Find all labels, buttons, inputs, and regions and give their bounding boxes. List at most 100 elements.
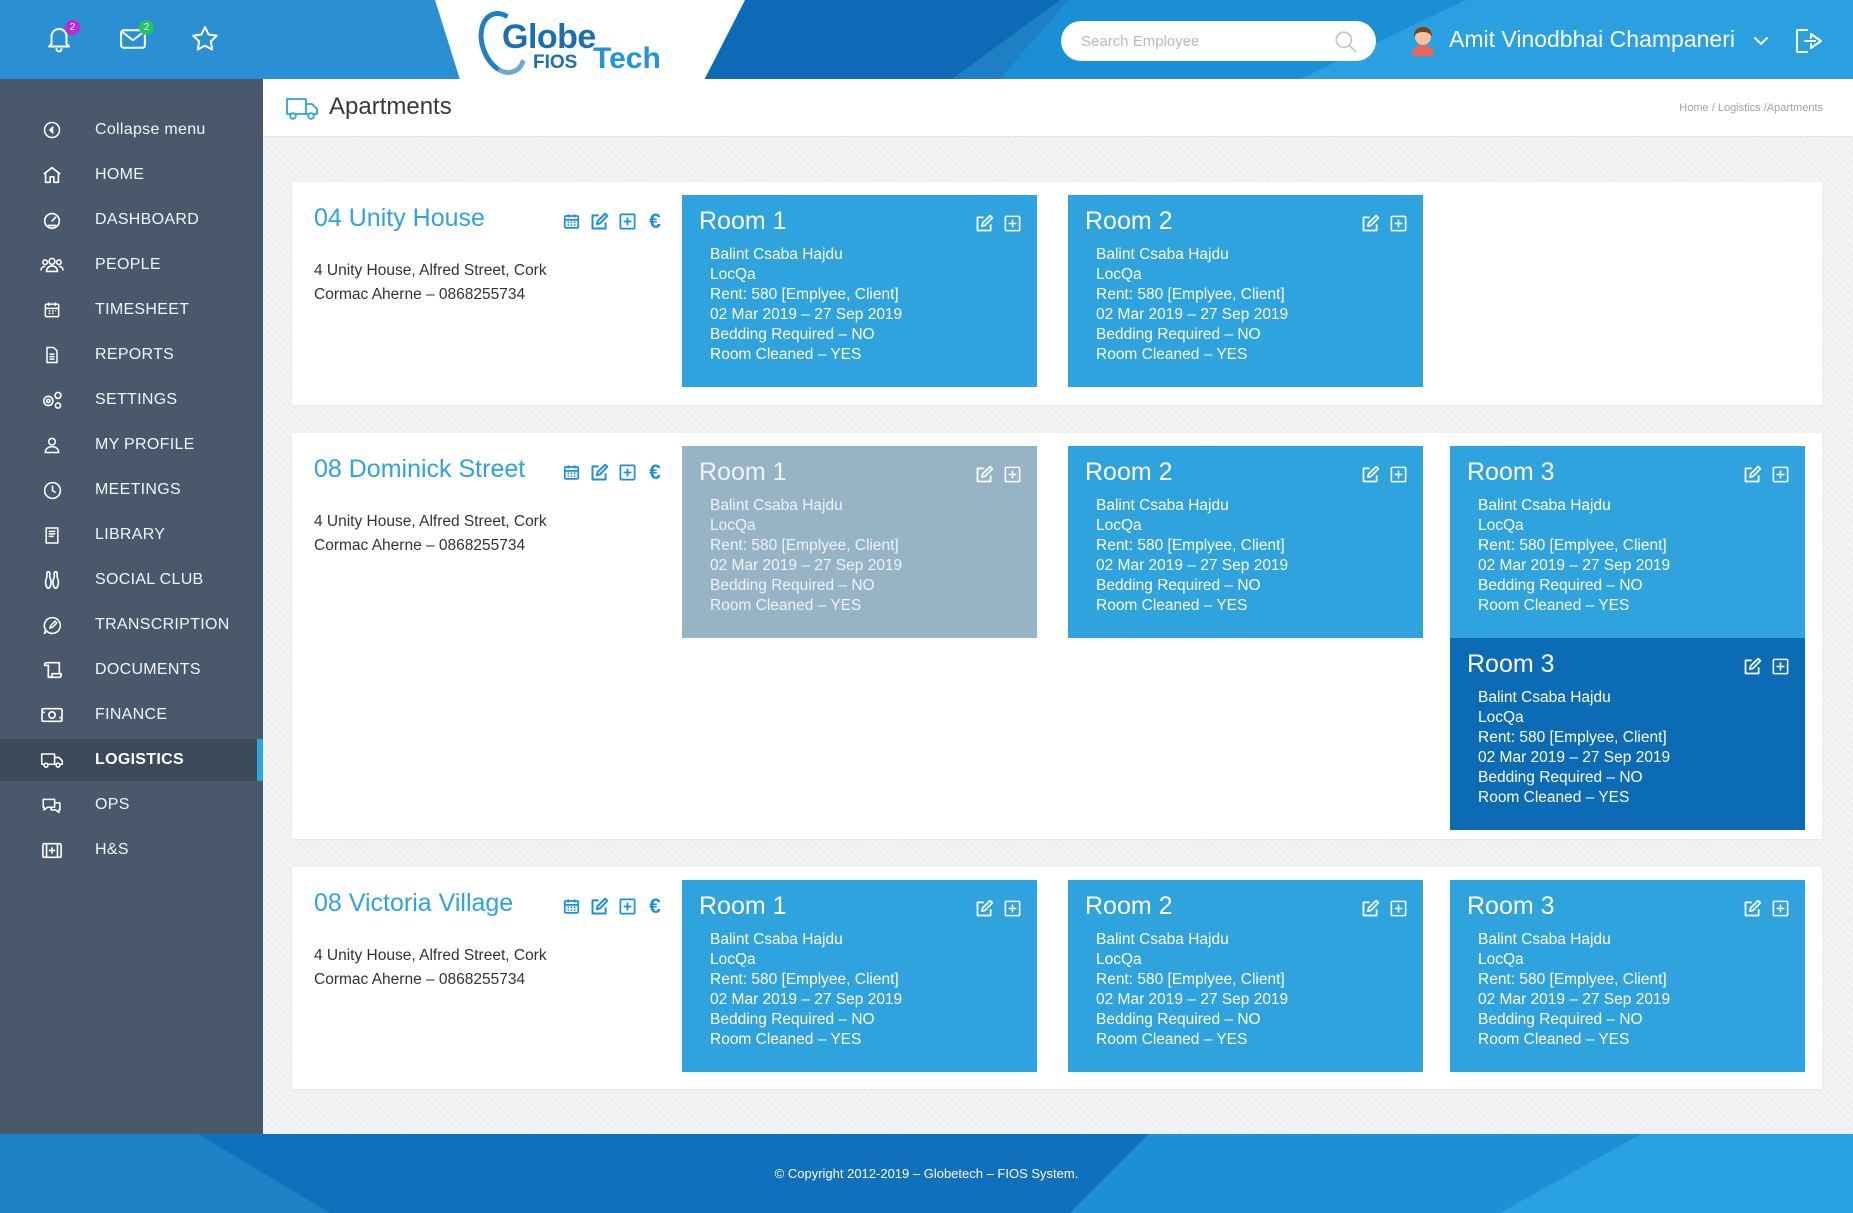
room-card-selected[interactable]: Room 3 Balint Csaba Hajdu LocQa Rent: 58…: [1450, 638, 1805, 830]
add-icon[interactable]: [1001, 897, 1023, 919]
add-icon[interactable]: [1769, 655, 1791, 677]
sidebar-item-documents[interactable]: DOCUMENTS: [0, 649, 263, 691]
euro-icon[interactable]: €: [644, 210, 666, 232]
messages-badge: 2: [139, 20, 154, 35]
sidebar-item-reports[interactable]: REPORTS: [0, 334, 263, 376]
room-title: Room 2: [1085, 892, 1173, 920]
medical-kit-icon: [40, 838, 64, 862]
sidebar-item-home[interactable]: HOME: [0, 154, 263, 196]
sidebar-item-ops[interactable]: OPS: [0, 784, 263, 826]
calendar-icon[interactable]: [560, 461, 582, 483]
room-bedding: Bedding Required – NO: [710, 326, 875, 343]
room-actions: [973, 897, 1023, 919]
apartment-card: 08 Victoria Village € 4 Unity House, Alf…: [292, 867, 1822, 1089]
logout-icon[interactable]: [1793, 26, 1825, 56]
calendar-icon[interactable]: [560, 895, 582, 917]
add-icon[interactable]: [1387, 212, 1409, 234]
add-icon[interactable]: [616, 895, 638, 917]
apartment-name[interactable]: 08 Dominick Street: [314, 455, 525, 484]
search-icon[interactable]: [1333, 29, 1359, 55]
breadcrumb-logistics[interactable]: Logistics: [1718, 102, 1761, 114]
room-card-inactive[interactable]: Room 1 Balint Csaba Hajdu LocQa Rent: 58…: [682, 446, 1037, 638]
sidebar-item-social-club[interactable]: SOCIAL CLUB: [0, 559, 263, 601]
sidebar-item-finance[interactable]: FINANCE: [0, 694, 263, 736]
edit-icon[interactable]: [1741, 897, 1763, 919]
add-icon[interactable]: [1769, 897, 1791, 919]
notifications-button[interactable]: 2: [42, 20, 80, 56]
edit-icon[interactable]: [1359, 897, 1381, 919]
room-dates: 02 Mar 2019 – 27 Sep 2019: [1096, 306, 1289, 323]
room-occupant: Balint Csaba Hajdu: [710, 931, 843, 948]
euro-icon[interactable]: €: [644, 461, 666, 483]
sidebar-item-label: DASHBOARD: [95, 211, 200, 228]
room-client: LocQa: [710, 951, 756, 968]
room-card[interactable]: Room 1 Balint Csaba Hajdu LocQa Rent: 58…: [682, 880, 1037, 1072]
room-dates: 02 Mar 2019 – 27 Sep 2019: [710, 991, 903, 1008]
favorites-button[interactable]: [188, 22, 222, 56]
edit-icon[interactable]: [588, 461, 610, 483]
bowling-pins-icon: [40, 568, 64, 592]
apartment-actions: €: [560, 210, 666, 232]
messages-button[interactable]: 2: [116, 20, 154, 56]
chat-bubbles-icon: [40, 793, 64, 817]
edit-icon[interactable]: [973, 463, 995, 485]
apartment-name[interactable]: 04 Unity House: [314, 204, 485, 233]
add-icon[interactable]: [1001, 212, 1023, 234]
room-details: Balint Csaba Hajdu LocQa Rent: 580 [Empl…: [1096, 245, 1288, 365]
sidebar-item-dashboard[interactable]: DASHBOARD: [0, 199, 263, 241]
room-bedding: Bedding Required – NO: [1096, 326, 1261, 343]
user-name[interactable]: Amit Vinodbhai Champaneri: [1449, 26, 1735, 53]
room-card[interactable]: Room 3 Balint Csaba Hajdu LocQa Rent: 58…: [1450, 880, 1805, 1072]
sidebar-item-label: SETTINGS: [95, 391, 178, 408]
sidebar-item-transcription[interactable]: TRANSCRIPTION: [0, 604, 263, 646]
add-icon[interactable]: [1769, 463, 1791, 485]
apartment-name[interactable]: 08 Victoria Village: [314, 889, 513, 918]
edit-icon[interactable]: [1359, 212, 1381, 234]
room-client: LocQa: [1478, 951, 1524, 968]
edit-icon[interactable]: [588, 895, 610, 917]
add-icon[interactable]: [1387, 463, 1409, 485]
room-details: Balint Csaba Hajdu LocQa Rent: 580 [Empl…: [1478, 496, 1670, 616]
calendar-icon[interactable]: [560, 210, 582, 232]
room-card[interactable]: Room 2 Balint Csaba Hajdu LocQa Rent: 58…: [1068, 880, 1423, 1072]
room-card[interactable]: Room 1 Balint Csaba Hajdu LocQa Rent: 58…: [682, 195, 1037, 387]
room-cleaned: Room Cleaned – YES: [710, 597, 862, 614]
sidebar-item-my-profile[interactable]: MY PROFILE: [0, 424, 263, 466]
sidebar-item-meetings[interactable]: MEETINGS: [0, 469, 263, 511]
edit-icon[interactable]: [1741, 463, 1763, 485]
avatar[interactable]: [1408, 24, 1438, 56]
sidebar: Collapse menu HOME DASHBOARD PEOPLE TIME…: [0, 79, 263, 1134]
edit-icon[interactable]: [588, 210, 610, 232]
room-dates: 02 Mar 2019 – 27 Sep 2019: [1478, 557, 1671, 574]
sidebar-item-library[interactable]: LIBRARY: [0, 514, 263, 556]
sidebar-item-logistics[interactable]: LOGISTICS: [0, 739, 263, 781]
sidebar-item-label: HOME: [95, 166, 145, 183]
apartment-contact: Cormac Aherne – 0868255734: [314, 286, 526, 303]
euro-icon[interactable]: €: [644, 895, 666, 917]
room-card[interactable]: Room 3 Balint Csaba Hajdu LocQa Rent: 58…: [1450, 446, 1805, 638]
room-card[interactable]: Room 2 Balint Csaba Hajdu LocQa Rent: 58…: [1068, 195, 1423, 387]
room-occupant: Balint Csaba Hajdu: [1478, 689, 1611, 706]
add-icon[interactable]: [1001, 463, 1023, 485]
sidebar-item-timesheet[interactable]: TIMESHEET: [0, 289, 263, 331]
room-title: Room 2: [1085, 207, 1173, 235]
add-icon[interactable]: [616, 461, 638, 483]
apartment-contact: Cormac Aherne – 0868255734: [314, 971, 526, 988]
sidebar-item-settings[interactable]: SETTINGS: [0, 379, 263, 421]
room-card[interactable]: Room 2 Balint Csaba Hajdu LocQa Rent: 58…: [1068, 446, 1423, 638]
edit-icon[interactable]: [973, 212, 995, 234]
sidebar-item-h-and-s[interactable]: H&S: [0, 829, 263, 871]
room-cleaned: Room Cleaned – YES: [1096, 597, 1248, 614]
edit-icon[interactable]: [1741, 655, 1763, 677]
add-icon[interactable]: [1387, 897, 1409, 919]
edit-icon[interactable]: [973, 897, 995, 919]
chevron-down-icon[interactable]: [1752, 34, 1770, 48]
apartment-details: 4 Unity House, Alfred Street, Cork Corma…: [314, 259, 547, 307]
edit-icon[interactable]: [1359, 463, 1381, 485]
breadcrumb-home[interactable]: Home: [1679, 102, 1708, 114]
sidebar-item-people[interactable]: PEOPLE: [0, 244, 263, 286]
sidebar-item-collapse-menu[interactable]: Collapse menu: [0, 109, 263, 151]
search-employee-input[interactable]: [1061, 21, 1376, 61]
room-rent: Rent: 580 [Emplyee, Client]: [1478, 971, 1667, 988]
add-icon[interactable]: [616, 210, 638, 232]
